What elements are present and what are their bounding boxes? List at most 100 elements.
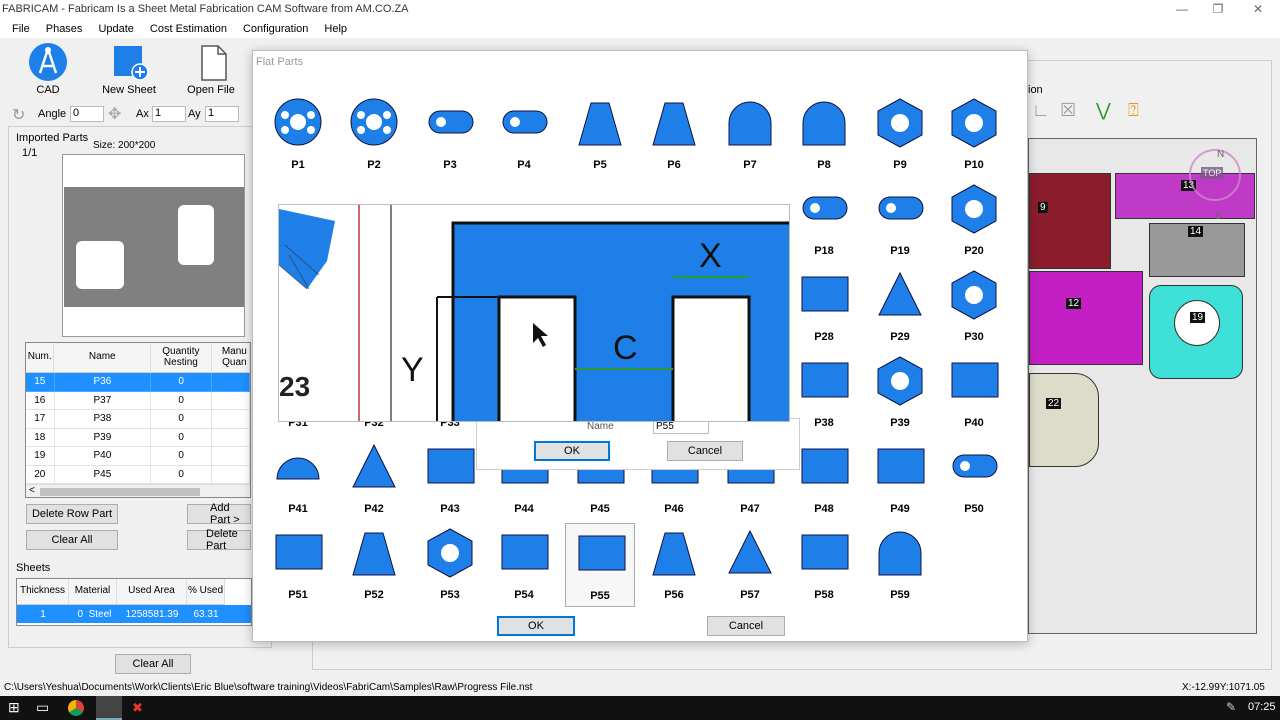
dialog-ok-button[interactable]: OK bbox=[497, 616, 575, 636]
table-hscroll[interactable]: < bbox=[26, 484, 250, 497]
flat-part-p1[interactable]: P1 bbox=[263, 93, 333, 177]
menu-cost-estimation[interactable]: Cost Estimation bbox=[150, 23, 227, 35]
scroll-left-icon[interactable]: < bbox=[29, 485, 35, 496]
flat-part-p18[interactable]: P18 bbox=[789, 179, 859, 263]
sheet-row[interactable]: 1 0 Steel 1258581.39 63.31 bbox=[17, 605, 251, 623]
flat-part-p51[interactable]: P51 bbox=[263, 523, 333, 607]
view-cube[interactable]: TOP bbox=[1189, 149, 1241, 201]
popup-ok-button[interactable]: OK bbox=[534, 441, 610, 461]
col-manu-quan[interactable]: Manu Quan bbox=[211, 343, 250, 373]
move-icon[interactable]: ✥ bbox=[108, 104, 121, 124]
close-button[interactable]: ✕ bbox=[1248, 2, 1268, 16]
flat-part-p53[interactable]: P53 bbox=[415, 523, 485, 607]
flat-part-p3[interactable]: P3 bbox=[415, 93, 485, 177]
flat-part-p10[interactable]: P10 bbox=[939, 93, 1009, 177]
flat-part-p49[interactable]: P49 bbox=[865, 437, 935, 521]
pen-icon[interactable]: ✎ bbox=[1226, 700, 1236, 714]
table-row[interactable]: 15 P36 0 bbox=[26, 373, 250, 392]
angle-tool-icon[interactable]: ∟ bbox=[1032, 100, 1050, 121]
table-row[interactable]: 19 P40 0 bbox=[26, 447, 250, 466]
nested-part-14[interactable]: 14 bbox=[1149, 223, 1245, 277]
new-sheet-label: New Sheet bbox=[102, 84, 156, 96]
delete-part-button[interactable]: Delete Part bbox=[187, 528, 251, 552]
nested-part-19[interactable]: 19 bbox=[1149, 285, 1243, 379]
ay-input[interactable]: 1 bbox=[205, 106, 239, 122]
flat-part-p20[interactable]: P20 bbox=[939, 179, 1009, 263]
flat-part-p9[interactable]: P9 bbox=[865, 93, 935, 177]
mirror-icon[interactable]: ⋁ bbox=[1096, 100, 1111, 121]
minimize-button[interactable]: — bbox=[1172, 2, 1192, 16]
part-shape-icon bbox=[877, 98, 923, 148]
nesting-canvas[interactable]: 9 13 14 12 19 22 TOP N S bbox=[1028, 138, 1257, 634]
angle-input[interactable]: 0 bbox=[70, 106, 104, 122]
flat-part-p4[interactable]: P4 bbox=[489, 93, 559, 177]
flat-part-p5[interactable]: P5 bbox=[565, 93, 635, 177]
nested-part-9[interactable]: 9 bbox=[1029, 173, 1111, 269]
windows-start-icon[interactable]: ⊞ bbox=[8, 699, 20, 716]
flat-part-p30[interactable]: P30 bbox=[939, 265, 1009, 349]
title-bar: FABRICAM - Fabricam Is a Sheet Metal Fab… bbox=[0, 0, 1280, 20]
part-label: P29 bbox=[890, 331, 910, 343]
menu-configuration[interactable]: Configuration bbox=[243, 23, 308, 35]
flat-part-p28[interactable]: P28 bbox=[789, 265, 859, 349]
dialog-cancel-button[interactable]: Cancel bbox=[707, 616, 785, 636]
part-label: P30 bbox=[964, 331, 984, 343]
flat-part-p52[interactable]: P52 bbox=[339, 523, 409, 607]
flat-part-p56[interactable]: P56 bbox=[639, 523, 709, 607]
view-cube-top[interactable]: TOP bbox=[1201, 167, 1224, 179]
ax-input[interactable]: 1 bbox=[152, 106, 186, 122]
flat-part-p57[interactable]: P57 bbox=[715, 523, 785, 607]
chrome-icon[interactable] bbox=[68, 700, 84, 716]
col-name[interactable]: Name bbox=[54, 343, 152, 373]
window-title: FABRICAM - Fabricam Is a Sheet Metal Fab… bbox=[2, 3, 409, 15]
flat-part-p6[interactable]: P6 bbox=[639, 93, 709, 177]
name-input[interactable]: P55 bbox=[653, 420, 709, 434]
table-row[interactable]: 18 P39 0 bbox=[26, 428, 250, 447]
nested-part-12[interactable]: 12 bbox=[1029, 271, 1143, 365]
flat-part-p50[interactable]: P50 bbox=[939, 437, 1009, 521]
clear-all-parts-button[interactable]: Clear All bbox=[26, 530, 118, 550]
col-material[interactable]: Material bbox=[69, 579, 117, 605]
rotate-icon[interactable]: ↻ bbox=[12, 105, 25, 125]
flat-part-p39[interactable]: P39 bbox=[865, 351, 935, 435]
flat-part-p58[interactable]: P58 bbox=[789, 523, 859, 607]
table-row[interactable]: 16 P37 0 bbox=[26, 391, 250, 410]
menu-file[interactable]: File bbox=[12, 23, 30, 35]
nested-part-22[interactable]: 22 bbox=[1029, 373, 1099, 467]
col-quantity-nesting[interactable]: Quantity Nesting bbox=[151, 343, 212, 373]
flat-part-p8[interactable]: P8 bbox=[789, 93, 859, 177]
flat-part-p2[interactable]: P2 bbox=[339, 93, 409, 177]
flat-part-p54[interactable]: P54 bbox=[489, 523, 559, 607]
maximize-button[interactable]: ❐ bbox=[1208, 2, 1228, 16]
flat-part-p41[interactable]: P41 bbox=[263, 437, 333, 521]
task-view-icon[interactable]: ▭ bbox=[36, 699, 49, 716]
flat-part-p19[interactable]: P19 bbox=[865, 179, 935, 263]
flat-part-p7[interactable]: P7 bbox=[715, 93, 785, 177]
flat-part-p42[interactable]: P42 bbox=[339, 437, 409, 521]
col-percent-used[interactable]: % Used bbox=[187, 579, 225, 605]
flat-part-p55[interactable]: P55 bbox=[565, 523, 635, 607]
flat-part-p43[interactable]: P43 bbox=[415, 437, 485, 521]
fabricam-task-icon[interactable] bbox=[96, 696, 122, 720]
measure-icon[interactable]: ⍰ bbox=[1128, 100, 1139, 121]
table-row[interactable]: 17 P38 0 bbox=[26, 410, 250, 429]
zoomed-part-preview: 23 Y C X bbox=[278, 204, 790, 422]
part-shape-icon bbox=[428, 110, 474, 134]
flat-part-p59[interactable]: P59 bbox=[865, 523, 935, 607]
flat-part-p40[interactable]: P40 bbox=[939, 351, 1009, 435]
scroll-thumb[interactable] bbox=[40, 488, 200, 496]
flat-part-p29[interactable]: P29 bbox=[865, 265, 935, 349]
popup-cancel-button[interactable]: Cancel bbox=[667, 441, 743, 461]
menu-help[interactable]: Help bbox=[324, 23, 347, 35]
table-row[interactable]: 20 P45 0 bbox=[26, 465, 250, 484]
add-part-button[interactable]: Add Part > bbox=[187, 502, 251, 526]
clear-all-sheets-button[interactable]: Clear All bbox=[115, 654, 191, 674]
col-thickness[interactable]: Thickness bbox=[17, 579, 69, 605]
col-used-area[interactable]: Used Area bbox=[117, 579, 187, 605]
menu-phases[interactable]: Phases bbox=[46, 23, 83, 35]
col-num[interactable]: Num. bbox=[26, 343, 55, 373]
delete-box-icon[interactable]: ☒ bbox=[1060, 100, 1076, 121]
menu-update[interactable]: Update bbox=[98, 23, 133, 35]
delete-row-part-button[interactable]: Delete Row Part bbox=[26, 504, 118, 524]
app-task-icon[interactable]: ✖ bbox=[132, 700, 143, 716]
